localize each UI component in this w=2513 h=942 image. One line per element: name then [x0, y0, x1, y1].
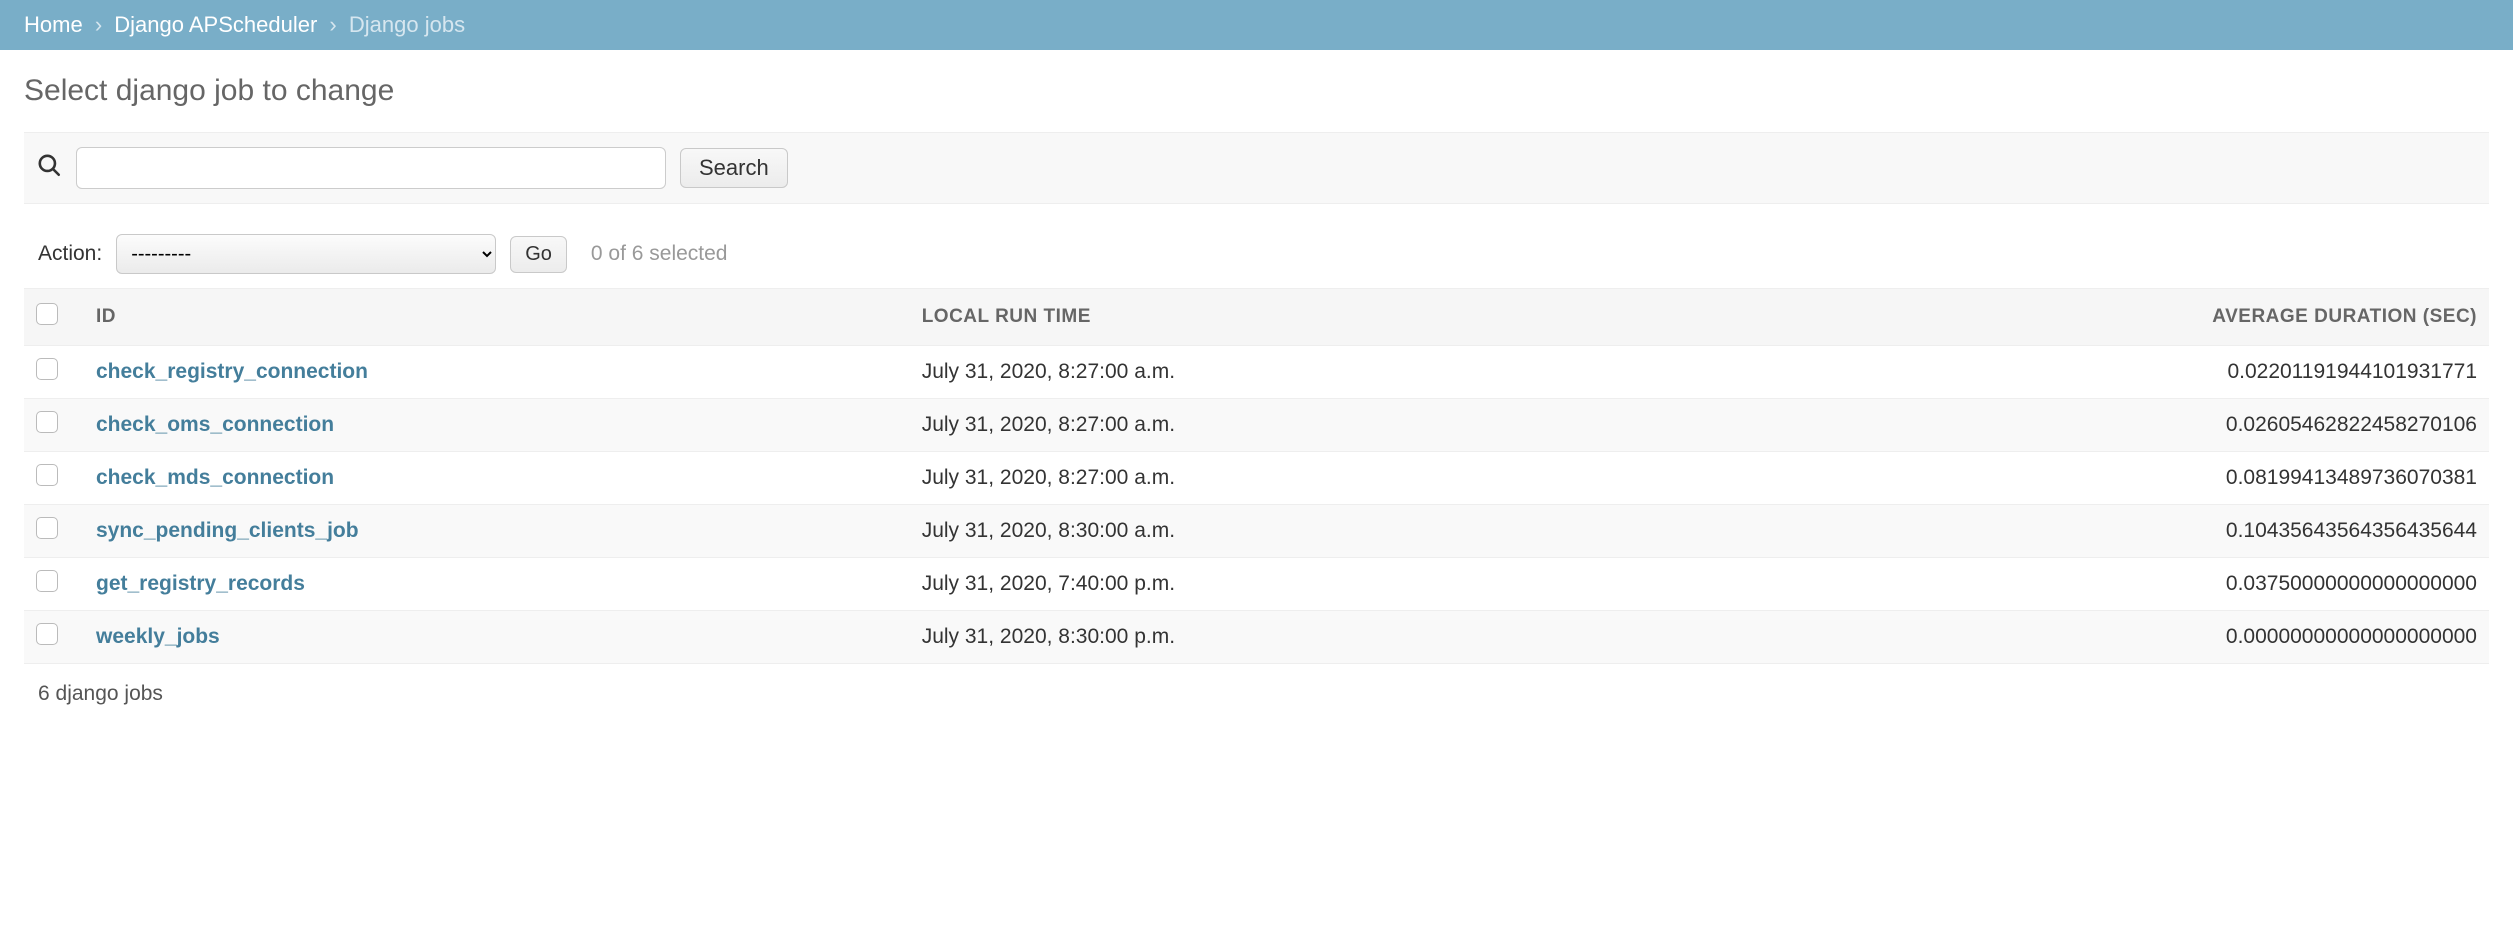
job-link[interactable]: check_registry_connection	[96, 360, 368, 383]
row-checkbox[interactable]	[36, 570, 58, 592]
row-id-cell: get_registry_records	[84, 558, 910, 611]
row-checkbox-cell	[24, 505, 84, 558]
action-label: Action:	[38, 242, 102, 266]
row-local-run-time: July 31, 2020, 8:30:00 a.m.	[910, 505, 1684, 558]
table-row: check_mds_connection July 31, 2020, 8:27:…	[24, 452, 2489, 505]
search-input[interactable]	[76, 147, 666, 189]
results-table: ID LOCAL RUN TIME AVERAGE DURATION (SEC)…	[24, 288, 2489, 664]
row-checkbox-cell	[24, 611, 84, 664]
job-link[interactable]: check_oms_connection	[96, 413, 334, 436]
table-row: sync_pending_clients_job July 31, 2020, 8…	[24, 505, 2489, 558]
row-checkbox-cell	[24, 558, 84, 611]
row-id-cell: weekly_jobs	[84, 611, 910, 664]
row-checkbox[interactable]	[36, 464, 58, 486]
breadcrumb-separator: ›	[329, 12, 336, 37]
breadcrumb-separator: ›	[95, 12, 102, 37]
select-all-checkbox[interactable]	[36, 303, 58, 325]
job-link[interactable]: sync_pending_clients_job	[96, 519, 359, 542]
row-checkbox[interactable]	[36, 517, 58, 539]
row-id-cell: sync_pending_clients_job	[84, 505, 910, 558]
header-avg-duration[interactable]: AVERAGE DURATION (SEC)	[1683, 289, 2489, 346]
actions-bar: Action: --------- Go 0 of 6 selected	[24, 234, 2489, 288]
row-local-run-time: July 31, 2020, 8:27:00 a.m.	[910, 452, 1684, 505]
selection-count: 0 of 6 selected	[591, 242, 728, 266]
row-id-cell: check_oms_connection	[84, 399, 910, 452]
table-row: check_oms_connection July 31, 2020, 8:27:…	[24, 399, 2489, 452]
row-avg-duration: 0.02201191944101931771	[1683, 346, 2489, 399]
go-button[interactable]: Go	[510, 236, 567, 273]
header-id[interactable]: ID	[84, 289, 910, 346]
search-button[interactable]: Search	[680, 148, 788, 188]
row-local-run-time: July 31, 2020, 8:27:00 a.m.	[910, 346, 1684, 399]
page-title: Select django job to change	[24, 74, 2489, 108]
search-icon	[36, 152, 62, 185]
row-avg-duration: 0.03750000000000000000	[1683, 558, 2489, 611]
header-checkbox-cell	[24, 289, 84, 346]
row-id-cell: check_registry_connection	[84, 346, 910, 399]
table-row: check_registry_connection July 31, 2020, …	[24, 346, 2489, 399]
row-id-cell: check_mds_connection	[84, 452, 910, 505]
row-checkbox[interactable]	[36, 411, 58, 433]
breadcrumb-app[interactable]: Django APScheduler	[114, 12, 317, 37]
row-local-run-time: July 31, 2020, 8:27:00 a.m.	[910, 399, 1684, 452]
job-link[interactable]: get_registry_records	[96, 572, 305, 595]
action-select[interactable]: ---------	[116, 234, 496, 274]
row-local-run-time: July 31, 2020, 8:30:00 p.m.	[910, 611, 1684, 664]
row-avg-duration: 0.02605462822458270106	[1683, 399, 2489, 452]
job-link[interactable]: weekly_jobs	[96, 625, 220, 648]
row-checkbox[interactable]	[36, 358, 58, 380]
row-avg-duration: 0.08199413489736070381	[1683, 452, 2489, 505]
row-local-run-time: July 31, 2020, 7:40:00 p.m.	[910, 558, 1684, 611]
job-link[interactable]: check_mds_connection	[96, 466, 334, 489]
row-checkbox[interactable]	[36, 623, 58, 645]
table-row: get_registry_records July 31, 2020, 7:40:…	[24, 558, 2489, 611]
table-row: weekly_jobs July 31, 2020, 8:30:00 p.m.0.…	[24, 611, 2489, 664]
breadcrumb-current: Django jobs	[349, 12, 465, 37]
row-avg-duration: 0.00000000000000000000	[1683, 611, 2489, 664]
row-checkbox-cell	[24, 399, 84, 452]
search-toolbar: Search	[24, 132, 2489, 204]
row-checkbox-cell	[24, 346, 84, 399]
row-avg-duration: 0.10435643564356435644	[1683, 505, 2489, 558]
row-checkbox-cell	[24, 452, 84, 505]
header-local-run-time[interactable]: LOCAL RUN TIME	[910, 289, 1684, 346]
breadcrumb-home[interactable]: Home	[24, 12, 83, 37]
breadcrumb: Home › Django APScheduler › Django jobs	[0, 0, 2513, 50]
paginator: 6 django jobs	[24, 664, 2489, 724]
